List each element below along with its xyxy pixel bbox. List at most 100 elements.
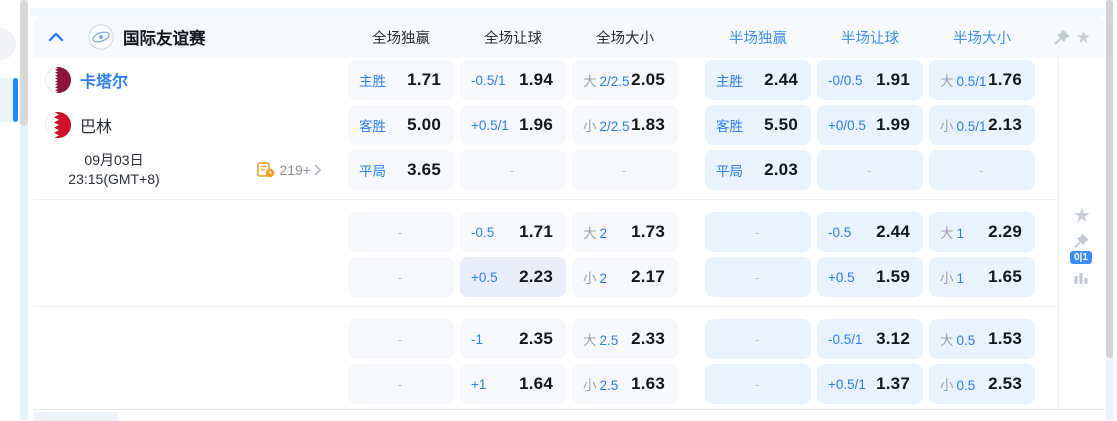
sidebar-active-indicator <box>13 78 18 122</box>
odds-label: 2/2.5 <box>600 74 630 89</box>
odds-cell[interactable]: -0/0.51.91 <box>817 60 923 100</box>
odds-value: 1.53 <box>988 329 1022 349</box>
odds-cell[interactable]: -0.5/11.94 <box>460 60 566 100</box>
dash: - <box>755 270 759 285</box>
odds-value: 2.03 <box>764 160 798 180</box>
left-scrollbar-thumb[interactable] <box>20 0 28 126</box>
odds-prefix: 大 <box>583 70 597 90</box>
header-pin-icon[interactable] <box>1054 29 1070 45</box>
odds-label: 客胜 <box>359 115 386 135</box>
odds-cell-highlighted[interactable]: +0.52.23 <box>460 257 566 297</box>
away-team-name: 巴林 <box>80 113 112 137</box>
dash: - <box>398 270 402 285</box>
divider <box>33 199 1058 200</box>
left-scrollbar-track[interactable] <box>20 0 28 420</box>
odds-prefix: 大 <box>583 222 597 242</box>
odds-cell[interactable]: 平局 2.03 <box>705 150 811 190</box>
match-actions-rail: ★ 0|1 <box>1058 58 1105 410</box>
column-header-half-1x2: 半场独赢 <box>705 27 811 48</box>
collapse-chevron-up-icon[interactable] <box>48 32 64 42</box>
bahrain-flag-icon <box>45 112 71 138</box>
odds-prefix: 小 <box>940 267 954 287</box>
odds-prefix: 小 <box>940 374 954 394</box>
odds-cell[interactable]: 小11.65 <box>929 257 1035 297</box>
odds-cell[interactable]: 客胜5.00 <box>348 105 454 145</box>
odds-cell[interactable]: 大0.5/11.76 <box>929 60 1035 100</box>
odds-prefix: 大 <box>940 70 954 90</box>
odds-cell[interactable]: -0.5/13.12 <box>817 319 923 359</box>
odds-prefix: 大 <box>940 222 954 242</box>
top-strip <box>30 8 1106 16</box>
header-star-icon[interactable]: ★ <box>1076 29 1091 46</box>
table-row-line2a: - -0.51.71 大21.73 - -0.52.44 大12.29 <box>33 212 1058 252</box>
table-row-draw: 09月03日 23:15(GMT+8) 219+ 平局3.65 - - <box>33 150 1058 190</box>
dash: - <box>622 163 626 178</box>
home-team-name: 卡塔尔 <box>80 68 128 92</box>
right-scrollbar-thumb[interactable] <box>1106 0 1113 358</box>
odds-cell[interactable]: 大1 2.29 <box>929 212 1035 252</box>
odds-label: 0.5/1 <box>957 74 987 89</box>
odds-label: 平局 <box>716 160 743 180</box>
odds-label: +0/0.5 <box>828 118 866 133</box>
odds-value: 2.33 <box>631 329 665 349</box>
score-badge[interactable]: 0|1 <box>1070 251 1092 264</box>
odds-value: 1.94 <box>519 70 553 90</box>
divider <box>33 306 1058 307</box>
odds-cell[interactable]: 大21.73 <box>572 212 678 252</box>
odds-cell[interactable]: 主胜1.71 <box>348 60 454 100</box>
dash: - <box>755 377 759 392</box>
away-team-cell: 巴林 <box>33 112 348 138</box>
odds-cell[interactable]: 大0.51.53 <box>929 319 1035 359</box>
odds-value: 1.71 <box>407 70 441 90</box>
odds-cell[interactable]: +0.5/11.37 <box>817 364 923 404</box>
sidebar-partial-circle <box>0 28 16 60</box>
odds-cell[interactable]: 小0.5/12.13 <box>929 105 1035 145</box>
chevron-right-icon <box>314 164 322 176</box>
odds-cell[interactable]: +11.64 <box>460 364 566 404</box>
column-header-half-overunder: 半场大小 <box>929 27 1035 48</box>
odds-label: 1 <box>957 226 965 241</box>
odds-cell[interactable]: 小0.52.53 <box>929 364 1035 404</box>
qatar-flag-icon <box>45 67 71 93</box>
odds-label: -1 <box>471 332 483 347</box>
odds-cell[interactable]: 小2/2.51.83 <box>572 105 678 145</box>
odds-cell[interactable]: 平局3.65 <box>348 150 454 190</box>
odds-cell[interactable]: 大2/2.52.05 <box>572 60 678 100</box>
odds-cell[interactable]: +0.51.59 <box>817 257 923 297</box>
more-markets-link[interactable]: 219+ <box>257 162 322 178</box>
odds-cell[interactable]: 客胜5.50 <box>705 105 811 145</box>
odds-cell[interactable]: -0.51.71 <box>460 212 566 252</box>
dash: - <box>979 163 983 178</box>
odds-cell-empty: - <box>705 319 811 359</box>
column-header-full-overunder: 全场大小 <box>572 27 678 48</box>
right-scrollbar-track[interactable] <box>1106 0 1113 420</box>
odds-cell[interactable]: 小2.51.63 <box>572 364 678 404</box>
next-section-divider <box>33 409 1105 420</box>
odds-value: 2.13 <box>988 115 1022 135</box>
odds-cell[interactable]: +0.5/11.96 <box>460 105 566 145</box>
dash: - <box>867 163 871 178</box>
odds-prefix: 小 <box>583 115 597 135</box>
odds-label: 2 <box>600 226 608 241</box>
column-header-full-handicap: 全场让球 <box>460 27 566 48</box>
markets-count: 219+ <box>279 162 311 178</box>
home-team-cell: 卡塔尔 <box>33 67 348 93</box>
odds-cell[interactable]: -0.52.44 <box>817 212 923 252</box>
dash: - <box>510 163 514 178</box>
odds-cell[interactable]: +0/0.51.99 <box>817 105 923 145</box>
odds-value: 1.63 <box>631 374 665 394</box>
league-logo-icon <box>88 24 114 50</box>
odds-cell[interactable]: 大2.52.33 <box>572 319 678 359</box>
odds-cell[interactable]: -1 2.35 <box>460 319 566 359</box>
sidebar-selected-item[interactable] <box>0 78 13 122</box>
odds-cell[interactable]: 主胜2.44 <box>705 60 811 100</box>
favorite-star-icon[interactable]: ★ <box>1073 206 1091 226</box>
odds-prefix: 小 <box>940 115 954 135</box>
odds-value: 2.35 <box>519 329 553 349</box>
odds-value: 2.29 <box>988 222 1022 242</box>
odds-cell[interactable]: 小22.17 <box>572 257 678 297</box>
odds-prefix: 大 <box>940 329 954 349</box>
odds-table: 卡塔尔 主胜1.71 -0.5/11.94 大2/2.52.05 主胜2.44 … <box>33 58 1058 409</box>
pin-icon[interactable] <box>1074 233 1089 253</box>
stats-chart-icon[interactable] <box>1073 270 1089 291</box>
